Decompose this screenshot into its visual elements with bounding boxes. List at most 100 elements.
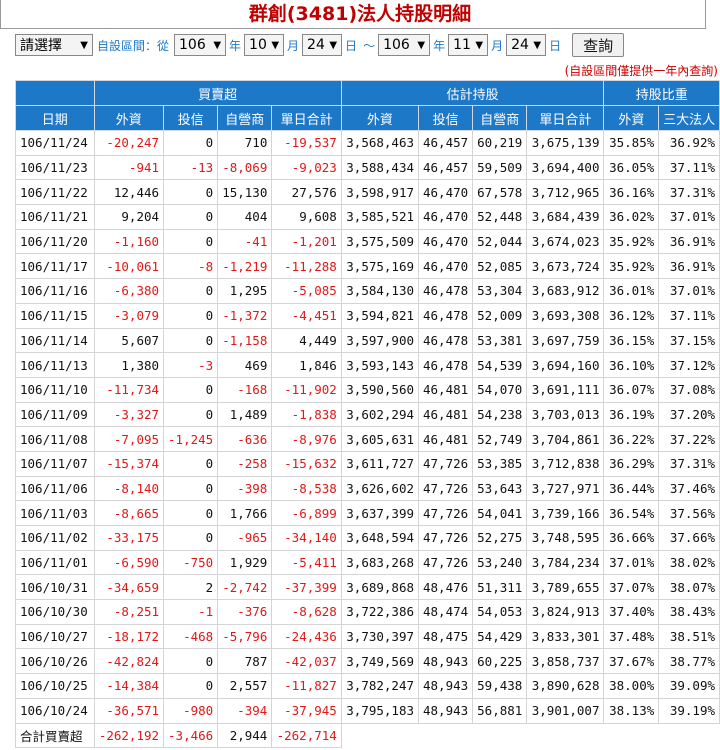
value-cell: 37.20% bbox=[658, 401, 720, 428]
to-day-select[interactable]: 24 ▼ bbox=[506, 34, 547, 56]
value-cell: 0 bbox=[163, 228, 219, 255]
value-cell: 3,673,724 bbox=[526, 253, 605, 280]
table-row: 106/10/31 -34,659 2 -2,742 -37,399 3,689,868 4… bbox=[15, 574, 720, 601]
value-cell: 1,295 bbox=[217, 278, 273, 304]
month-unit-label: 月 bbox=[287, 38, 300, 53]
value-cell: 3,575,509 bbox=[340, 228, 420, 255]
value-cell: -34,659 bbox=[93, 574, 165, 601]
value-cell: 46,478 bbox=[417, 352, 474, 378]
value-cell: 47,726 bbox=[417, 450, 474, 477]
value-cell: 37.11% bbox=[658, 302, 720, 329]
year-unit-label: 年 bbox=[433, 38, 446, 53]
total-cell: 2,944 bbox=[217, 722, 273, 749]
value-cell: -750 bbox=[163, 549, 219, 576]
value-cell: 3,795,183 bbox=[340, 697, 420, 724]
to-year-select[interactable]: 106 ▼ bbox=[378, 34, 431, 56]
value-cell: 27,576 bbox=[271, 179, 342, 206]
value-cell: 3,585,521 bbox=[340, 204, 420, 230]
value-cell: -8,251 bbox=[93, 599, 165, 625]
value-cell: 3,594,821 bbox=[340, 302, 420, 329]
value-cell: 46,470 bbox=[417, 204, 474, 230]
value-cell: -33,175 bbox=[93, 525, 165, 551]
value-cell: -10,061 bbox=[93, 253, 165, 280]
column-header-row: 日期 外資 投信 自營商 單日合計 外資 投信 自營商 單日合計 外資 三大法人 bbox=[15, 105, 720, 131]
value-cell: -7,095 bbox=[93, 426, 165, 452]
chevron-down-icon: ▼ bbox=[213, 39, 222, 51]
value-cell: 2,557 bbox=[217, 673, 273, 699]
value-cell: 46,457 bbox=[417, 154, 474, 181]
date-cell: 106/11/07 bbox=[15, 450, 95, 477]
value-cell: -1 bbox=[163, 599, 219, 625]
value-cell: 48,474 bbox=[417, 599, 474, 625]
table-row: 106/10/27 -18,172 -468 -5,796 -24,436 3,730,3… bbox=[15, 623, 720, 650]
value-cell: 38.43% bbox=[658, 599, 720, 625]
value-cell: 36.54% bbox=[603, 500, 660, 526]
value-cell: 37.46% bbox=[658, 475, 720, 502]
value-cell: -37,945 bbox=[271, 697, 342, 724]
value-cell: 36.29% bbox=[603, 450, 660, 477]
totals-blank bbox=[341, 723, 719, 748]
value-cell: 54,238 bbox=[472, 401, 528, 428]
value-cell: 46,478 bbox=[417, 278, 474, 304]
value-cell: -5,085 bbox=[271, 278, 342, 304]
value-cell: 3,575,169 bbox=[340, 253, 420, 280]
value-cell: 0 bbox=[163, 327, 219, 354]
column-header: 自營商 bbox=[472, 105, 528, 131]
value-cell: 53,643 bbox=[472, 475, 528, 502]
value-cell: 39.19% bbox=[658, 697, 720, 724]
search-button[interactable]: 查詢 bbox=[572, 33, 625, 57]
table-row: 106/11/08 -7,095 -1,245 -636 -8,976 3,605,631… bbox=[15, 426, 720, 452]
value-cell: 3,683,912 bbox=[526, 278, 605, 304]
value-cell: 36.44% bbox=[603, 475, 660, 502]
value-cell: -42,824 bbox=[93, 648, 165, 675]
value-cell: 36.01% bbox=[603, 278, 660, 304]
value-cell: 52,275 bbox=[472, 525, 528, 551]
value-cell: 37.11% bbox=[658, 154, 720, 181]
column-header: 投信 bbox=[417, 105, 474, 131]
value-cell: -3,327 bbox=[93, 401, 165, 428]
preset-select[interactable]: 請選擇 ▼ bbox=[15, 34, 93, 56]
date-cell: 106/10/25 bbox=[15, 673, 95, 699]
to-month-select[interactable]: 11 ▼ bbox=[448, 34, 489, 56]
value-cell: 36.05% bbox=[603, 154, 660, 181]
value-cell: -9,023 bbox=[271, 154, 342, 181]
value-cell: 67,578 bbox=[472, 179, 528, 206]
value-cell: 3,637,399 bbox=[340, 500, 420, 526]
from-month-select[interactable]: 10 ▼ bbox=[244, 34, 285, 56]
value-cell: 0 bbox=[163, 278, 219, 304]
value-cell: 710 bbox=[217, 130, 273, 156]
value-cell: 46,481 bbox=[417, 426, 474, 452]
table-row: 106/11/23 -941 -13 -8,069 -9,023 3,588,434 46,… bbox=[15, 154, 720, 181]
chevron-down-icon: ▼ bbox=[475, 39, 484, 51]
value-cell: 3,703,013 bbox=[526, 401, 605, 428]
value-cell: 47,726 bbox=[417, 500, 474, 526]
value-cell: -3,079 bbox=[93, 302, 165, 329]
value-cell: 48,476 bbox=[417, 574, 474, 601]
value-cell: 3,693,308 bbox=[526, 302, 605, 329]
value-cell: 1,929 bbox=[217, 549, 273, 576]
column-header: 外資 bbox=[340, 105, 420, 131]
value-cell: 3,683,268 bbox=[340, 549, 420, 576]
value-cell: 54,539 bbox=[472, 352, 528, 378]
from-day-select[interactable]: 24 ▼ bbox=[302, 34, 343, 56]
from-year-select[interactable]: 106 ▼ bbox=[174, 34, 227, 56]
value-cell: 3,691,111 bbox=[526, 376, 605, 403]
table-row: 106/11/13 1,380 -3 469 1,846 3,593,143 46,478 5… bbox=[15, 352, 720, 378]
value-cell: 38.51% bbox=[658, 623, 720, 650]
table-row: 106/10/24 -36,571 -980 -394 -37,945 3,795,183… bbox=[15, 697, 720, 724]
value-cell: 3,694,160 bbox=[526, 352, 605, 378]
value-cell: 36.15% bbox=[603, 327, 660, 354]
date-cell: 106/11/03 bbox=[15, 500, 95, 526]
to-year-value: 106 bbox=[383, 37, 410, 53]
value-cell: 47,726 bbox=[417, 549, 474, 576]
column-header: 日期 bbox=[15, 105, 95, 131]
value-cell: 3,858,737 bbox=[526, 648, 605, 675]
value-cell: -18,172 bbox=[93, 623, 165, 650]
value-cell: 37.22% bbox=[658, 426, 720, 452]
value-cell: 0 bbox=[163, 673, 219, 699]
date-cell: 106/11/24 bbox=[15, 130, 95, 156]
value-cell: 46,457 bbox=[417, 130, 474, 156]
date-cell: 106/11/16 bbox=[15, 278, 95, 304]
value-cell: 36.19% bbox=[603, 401, 660, 428]
value-cell: 469 bbox=[217, 352, 273, 378]
